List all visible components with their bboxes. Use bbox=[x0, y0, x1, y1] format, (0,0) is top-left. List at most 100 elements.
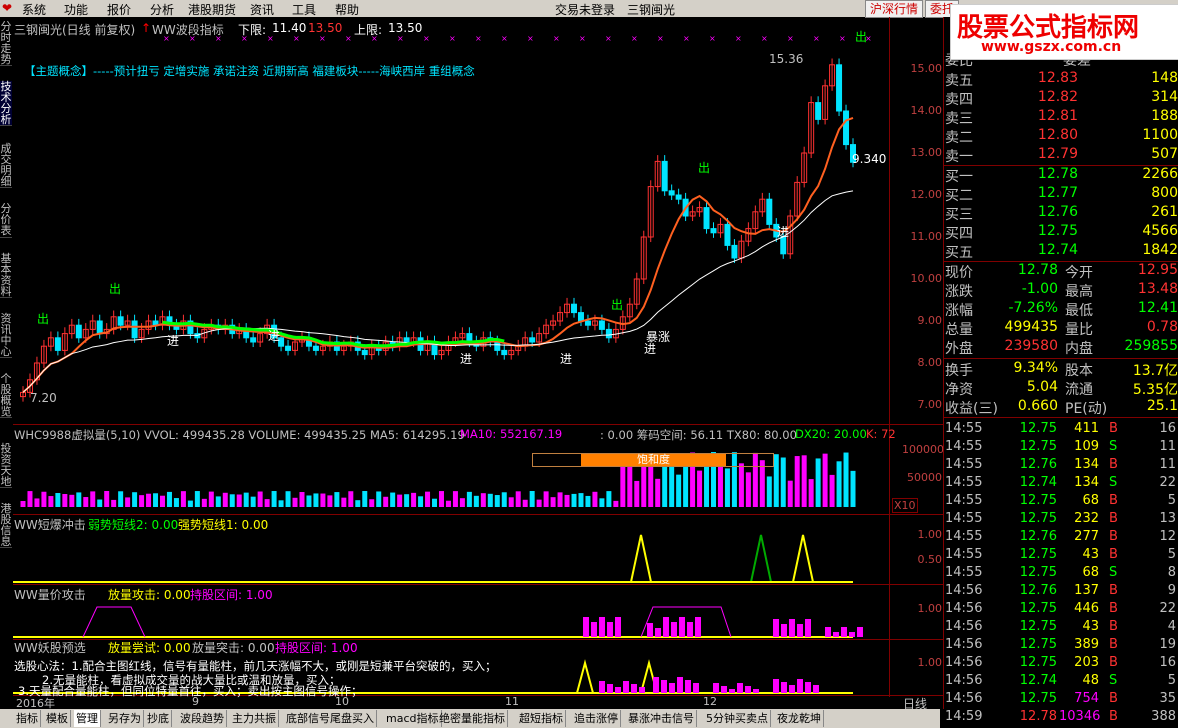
short-signal-spike bbox=[792, 534, 814, 583]
menu-help[interactable]: 帮助 bbox=[335, 1, 359, 18]
tick-row: 14:55 12.75 109 S 11 bbox=[943, 439, 1178, 457]
volume-bar bbox=[411, 492, 417, 507]
volume-bar bbox=[194, 491, 200, 507]
menu-system[interactable]: 系统 bbox=[22, 1, 46, 18]
stat-label: 换手 bbox=[945, 363, 973, 379]
tick-count: 22 bbox=[1159, 475, 1176, 490]
bottom-tab[interactable]: 波段趋势 bbox=[178, 710, 227, 727]
bid-row[interactable]: 买二 12.77 800 bbox=[943, 185, 1178, 204]
volume-bar bbox=[90, 491, 96, 507]
bottom-tab[interactable]: 5分钟买卖点 bbox=[704, 710, 771, 727]
tick-count: 8 bbox=[1167, 565, 1176, 580]
bid-row[interactable]: 买一 12.78 2266 bbox=[943, 166, 1178, 185]
nav-tab-overview[interactable]: 个股概览 bbox=[0, 373, 12, 418]
tick-time: 14:59 bbox=[945, 709, 983, 724]
tick-price: 12.75 bbox=[1019, 439, 1057, 454]
demon-bar bbox=[813, 685, 819, 693]
stat-value: 259855 bbox=[1124, 338, 1178, 354]
tick-volume: 446 bbox=[1074, 601, 1099, 616]
volume-bar bbox=[836, 461, 842, 507]
volume-bar bbox=[522, 499, 528, 507]
candle-body bbox=[668, 190, 675, 196]
volume-bar bbox=[376, 491, 382, 507]
candle-body bbox=[780, 236, 787, 255]
bottom-tab[interactable]: 绝密量能指标 bbox=[437, 710, 508, 727]
signal-label: 出 bbox=[37, 312, 49, 326]
bottom-tab[interactable]: 夜龙乾坤 bbox=[775, 710, 824, 727]
volume-bar bbox=[585, 495, 591, 507]
bottom-tab[interactable]: 超短指标 bbox=[517, 710, 566, 727]
menu-tools[interactable]: 工具 bbox=[292, 1, 316, 18]
tick-row: 14:55 12.74 134 S 22 bbox=[943, 475, 1178, 493]
quote-separator bbox=[943, 417, 1178, 418]
volume-bar bbox=[341, 497, 347, 507]
volume-bar bbox=[606, 491, 612, 507]
nav-tab-hk[interactable]: 港股信息 bbox=[0, 503, 12, 548]
ask-row[interactable]: 卖一 12.79 507 bbox=[943, 146, 1178, 165]
bottom-tab[interactable]: 抄底 bbox=[145, 710, 172, 727]
volume-bar bbox=[822, 453, 828, 507]
signal-marker: × bbox=[215, 34, 222, 43]
tick-price: 12.78 bbox=[1019, 709, 1057, 724]
candle-body bbox=[836, 64, 843, 112]
ask-row[interactable]: 卖三 12.81 188 bbox=[943, 108, 1178, 127]
nav-tab-tech[interactable]: 技术分析 bbox=[0, 81, 12, 126]
tick-volume: 109 bbox=[1074, 439, 1099, 454]
stat-row: 涨幅 -7.26% 最低 12.41 bbox=[943, 300, 1178, 319]
candle-body bbox=[675, 194, 682, 200]
bottom-tab[interactable]: 暴涨冲击信号 bbox=[626, 710, 697, 727]
nav-tab-news[interactable]: 资讯中心 bbox=[0, 313, 12, 358]
volume-bar bbox=[459, 498, 465, 507]
bottom-tab[interactable]: 模板 bbox=[44, 710, 71, 727]
candle-body bbox=[312, 345, 319, 351]
bid-price: 12.77 bbox=[1037, 185, 1078, 201]
bid-row[interactable]: 买三 12.76 261 bbox=[943, 204, 1178, 223]
volume-bar bbox=[271, 491, 277, 507]
nav-tab-price-table[interactable]: 分价表 bbox=[0, 203, 12, 238]
menu-news[interactable]: 资讯 bbox=[250, 1, 274, 18]
volume-bar bbox=[438, 491, 444, 507]
tick-time: 14:55 bbox=[945, 529, 983, 544]
demon-bar bbox=[693, 683, 699, 693]
menu-function[interactable]: 功能 bbox=[64, 1, 88, 18]
menu-analysis[interactable]: 分析 bbox=[150, 1, 174, 18]
short-panel-name: WW短爆冲击 bbox=[14, 518, 86, 532]
ma-short-line bbox=[22, 116, 854, 394]
menu-quote[interactable]: 报价 bbox=[107, 1, 131, 18]
candle-body bbox=[577, 312, 584, 322]
bottom-tab[interactable]: 追击涨停 bbox=[572, 710, 621, 727]
candle-body bbox=[54, 337, 61, 351]
volume-bar bbox=[299, 492, 305, 507]
menu-hk-futures[interactable]: 港股期货 bbox=[188, 1, 236, 18]
volume-bar bbox=[634, 480, 640, 507]
bottom-tab[interactable]: 底部信号尾盘买入 bbox=[284, 710, 377, 727]
bottom-tab[interactable]: 管理 bbox=[74, 710, 101, 727]
hs-quote-button[interactable]: 沪深行情 bbox=[865, 0, 924, 18]
volume-bar bbox=[745, 472, 751, 507]
bottom-tab[interactable]: 指标 bbox=[14, 710, 41, 727]
hold-zone-line bbox=[640, 606, 732, 638]
tick-row: 14:55 12.76 277 B 12 bbox=[943, 529, 1178, 547]
bottom-tab[interactable]: 另存为 bbox=[106, 710, 144, 727]
volume-bar bbox=[20, 501, 26, 507]
volume-bar bbox=[62, 494, 68, 507]
app-logo-icon[interactable]: ❤ bbox=[2, 1, 12, 15]
volume-bar bbox=[787, 480, 793, 507]
vol-y-tick: 50000 bbox=[907, 471, 942, 484]
nav-tab-detail[interactable]: 成交明细 bbox=[0, 143, 12, 188]
ask-row[interactable]: 卖五 12.83 148 bbox=[943, 70, 1178, 89]
bid-row[interactable]: 买五 12.74 1842 bbox=[943, 242, 1178, 261]
tick-count: 35 bbox=[1159, 691, 1176, 706]
nav-tab-timeshare[interactable]: 分时走势 bbox=[0, 21, 12, 66]
tick-side: B bbox=[1109, 457, 1118, 472]
bottom-tab[interactable]: macd指标 bbox=[384, 710, 442, 727]
price-bar bbox=[805, 619, 811, 637]
ask-row[interactable]: 卖二 12.80 1100 bbox=[943, 127, 1178, 146]
tick-side: S bbox=[1109, 565, 1118, 580]
nav-tab-basic[interactable]: 基本资料 bbox=[0, 253, 12, 298]
ask-row[interactable]: 卖四 12.82 314 bbox=[943, 89, 1178, 108]
bottom-tab[interactable]: 主力共振 bbox=[230, 710, 279, 727]
bid-row[interactable]: 买四 12.75 4566 bbox=[943, 223, 1178, 242]
nav-tab-invest[interactable]: 投资天地 bbox=[0, 443, 12, 488]
stat-value: 5.04 bbox=[1026, 379, 1058, 395]
